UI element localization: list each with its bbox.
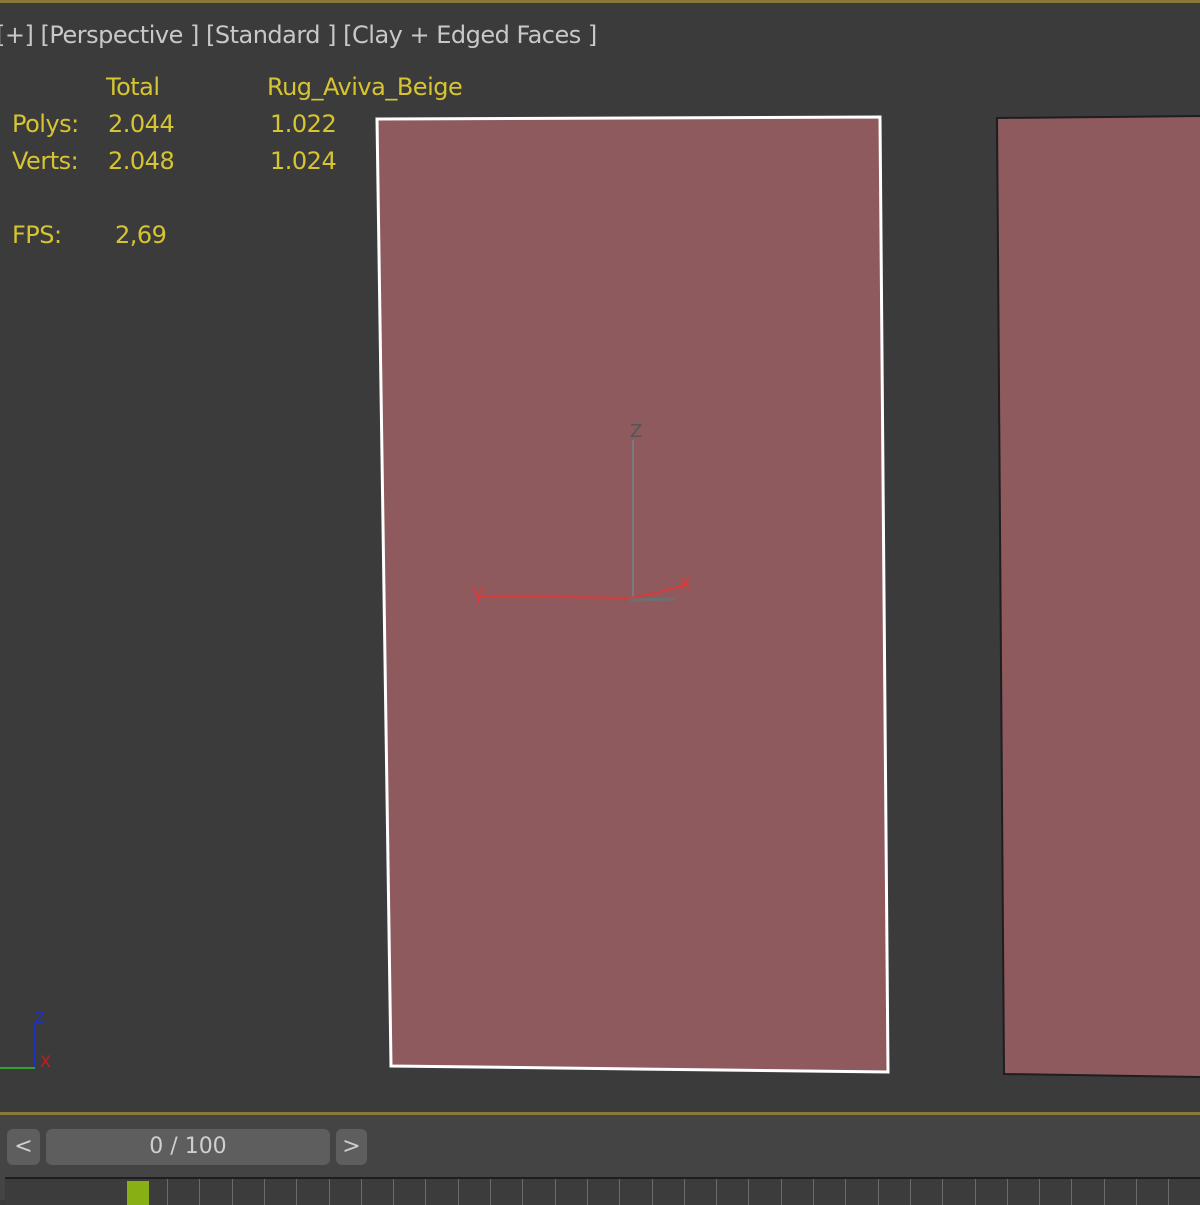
timeline-tick bbox=[1103, 1179, 1105, 1205]
stats-verts-total: 2.048 bbox=[108, 147, 175, 175]
timeline-tick bbox=[748, 1179, 750, 1205]
timeline-tick bbox=[1071, 1179, 1073, 1205]
timeline-tick bbox=[457, 1179, 459, 1205]
time-slider-handle[interactable] bbox=[127, 1181, 149, 1205]
corner-axis-z-label: Z bbox=[34, 1008, 45, 1027]
stats-polys-label: Polys: bbox=[12, 110, 79, 138]
timeline-tick bbox=[813, 1179, 814, 1205]
stats-col-object: Rug_Aviva_Beige bbox=[267, 73, 463, 101]
viewport-label-menu[interactable]: [+] [Perspective ] [Standard ] [Clay + E… bbox=[0, 21, 597, 49]
timeline-tick bbox=[167, 1179, 168, 1205]
timeline-tick bbox=[780, 1179, 782, 1205]
timeline-tick bbox=[328, 1179, 330, 1205]
timeline-tick bbox=[490, 1179, 491, 1205]
prev-frame-button[interactable]: < bbox=[7, 1129, 40, 1165]
stats-polys-object: 1.022 bbox=[270, 110, 337, 138]
timeline-tick bbox=[619, 1179, 621, 1205]
gizmo-y-label: Y bbox=[471, 584, 485, 608]
stats-col-total: Total bbox=[106, 73, 160, 101]
timeline-tick bbox=[1006, 1179, 1008, 1205]
timeline-tick bbox=[522, 1179, 524, 1205]
next-frame-button[interactable]: > bbox=[336, 1129, 367, 1165]
timeline-tick bbox=[586, 1179, 588, 1205]
viewport-scene[interactable]: Z Y X Z X bbox=[0, 3, 1200, 1115]
timeline-tick bbox=[651, 1179, 653, 1205]
timeline-tick bbox=[716, 1179, 718, 1205]
timeline-tick bbox=[231, 1179, 233, 1205]
corner-axis-x-label: X bbox=[40, 1052, 51, 1071]
timeline-tick bbox=[909, 1179, 911, 1205]
stats-fps-label: FPS: bbox=[12, 221, 62, 249]
gizmo-z-label: Z bbox=[630, 421, 642, 442]
viewport-shading-menu[interactable]: [Clay + Edged Faces ] bbox=[343, 21, 597, 49]
timeline-tick bbox=[393, 1179, 395, 1205]
gizmo-x-shadow bbox=[629, 597, 676, 602]
timeline-tick bbox=[942, 1179, 944, 1205]
stats-polys-total: 2.044 bbox=[108, 110, 175, 138]
timeline-tick bbox=[263, 1179, 265, 1205]
timeline-track[interactable] bbox=[5, 1177, 1200, 1205]
gizmo-x-label: X bbox=[679, 574, 691, 595]
timeline-tick bbox=[554, 1179, 556, 1205]
timeline-tick bbox=[360, 1179, 362, 1205]
viewport-view-menu[interactable]: [Perspective ] bbox=[40, 21, 199, 49]
viewport-standard-menu[interactable]: [Standard ] bbox=[206, 21, 337, 49]
timeline-tick bbox=[1039, 1179, 1041, 1205]
timeline-tick bbox=[974, 1179, 976, 1205]
stats-verts-label: Verts: bbox=[12, 147, 79, 175]
viewport-plus-menu[interactable]: [+] bbox=[0, 21, 34, 49]
timeline-panel: < 0 / 100 > bbox=[0, 1112, 1200, 1205]
timeline-tick bbox=[877, 1179, 879, 1205]
timeline-tick bbox=[296, 1179, 298, 1205]
timeline-tick bbox=[1168, 1179, 1170, 1205]
timeline-tick bbox=[845, 1179, 847, 1205]
stats-verts-object: 1.024 bbox=[270, 147, 337, 175]
stats-fps-value: 2,69 bbox=[115, 221, 167, 249]
timeline-tick bbox=[683, 1179, 685, 1205]
time-slider-frame-display[interactable]: 0 / 100 bbox=[46, 1129, 330, 1165]
timeline-tick bbox=[425, 1179, 427, 1205]
timeline-tick bbox=[199, 1179, 201, 1205]
timeline-tick bbox=[1136, 1179, 1137, 1205]
rug-object-second[interactable] bbox=[995, 115, 1200, 1078]
perspective-viewport[interactable]: Z Y X Z X [+] [Perspective ] [Standard ]… bbox=[0, 0, 1200, 1112]
